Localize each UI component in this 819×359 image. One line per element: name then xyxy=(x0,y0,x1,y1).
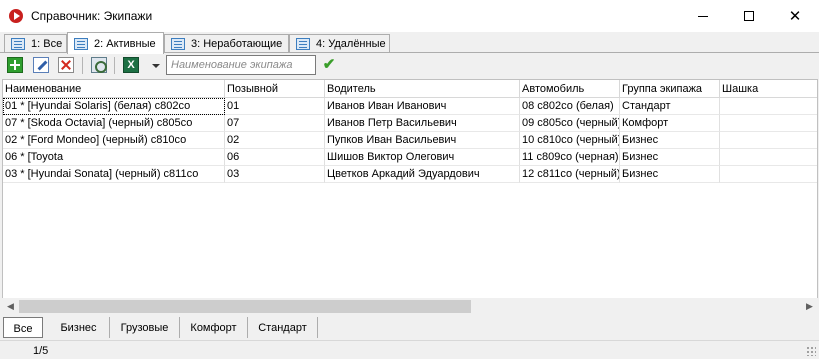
properties-icon[interactable] xyxy=(91,57,107,73)
table-header: Наименование Позывной Водитель Автомобил… xyxy=(3,80,817,98)
scroll-left-icon[interactable]: ◀ xyxy=(2,298,19,315)
group-tab-all[interactable]: Все xyxy=(3,317,43,338)
group-tab-business[interactable]: Бизнес xyxy=(48,317,110,338)
table-cell[interactable]: Шишов Виктор Олегович xyxy=(325,149,520,166)
table-row[interactable]: 03 * [Hyundai Sonata] (черный) с811со 03… xyxy=(3,166,817,183)
list-icon xyxy=(74,37,88,50)
table-cell[interactable]: 02 * [Ford Mondeo] (черный) с810со xyxy=(3,132,225,149)
horizontal-scrollbar[interactable]: ◀ ▶ xyxy=(2,298,818,315)
add-icon[interactable] xyxy=(7,57,23,73)
toolbar: X ✔ xyxy=(0,53,819,78)
column-header[interactable]: Позывной xyxy=(225,80,325,98)
title-bar: Справочник: Экипажи ✕ xyxy=(0,0,819,32)
table-row[interactable]: 02 * [Ford Mondeo] (черный) с810со 02 Пу… xyxy=(3,132,817,149)
table-cell[interactable]: 10 с810со (черный) xyxy=(520,132,620,149)
checkmark-icon[interactable]: ✔ xyxy=(320,56,338,74)
search-input[interactable] xyxy=(166,55,316,75)
table-cell[interactable]: 09 с805со (черный) xyxy=(520,115,620,132)
table-cell[interactable] xyxy=(720,149,817,166)
column-header[interactable]: Водитель xyxy=(325,80,520,98)
table-cell[interactable]: 07 * [Skoda Octavia] (черный) с805со xyxy=(3,115,225,132)
column-header[interactable]: Группа экипажа xyxy=(620,80,720,98)
tab-label: 3: Неработающие xyxy=(191,38,283,50)
table-cell[interactable]: Иванов Иван Иванович xyxy=(325,98,520,115)
table-cell[interactable] xyxy=(720,98,817,115)
tab-active[interactable]: 2: Активные xyxy=(67,32,164,54)
delete-icon[interactable] xyxy=(58,57,74,73)
table-cell[interactable]: Стандарт xyxy=(620,98,720,115)
column-header[interactable]: Наименование xyxy=(3,80,225,98)
close-button[interactable]: ✕ xyxy=(772,0,818,32)
toolbar-separator xyxy=(114,57,115,74)
tab-label: 4: Удалённые xyxy=(316,38,386,50)
table-cell[interactable]: Комфорт xyxy=(620,115,720,132)
toolbar-separator xyxy=(82,57,83,74)
table-cell[interactable]: Бизнес xyxy=(620,149,720,166)
minimize-button[interactable] xyxy=(680,0,726,32)
table-cell[interactable] xyxy=(720,166,817,183)
record-icon xyxy=(9,9,23,23)
window-title: Справочник: Экипажи xyxy=(31,9,153,23)
column-header[interactable]: Автомобиль xyxy=(520,80,620,98)
minimize-icon xyxy=(698,15,708,17)
table-cell[interactable]: Бизнес xyxy=(620,166,720,183)
tab-label: 1: Все xyxy=(31,38,63,50)
table-cell[interactable]: 03 * [Hyundai Sonata] (черный) с811со xyxy=(3,166,225,183)
table-cell[interactable]: 12 с811со (черный) xyxy=(520,166,620,183)
table-cell[interactable]: Пупков Иван Васильевич xyxy=(325,132,520,149)
close-icon: ✕ xyxy=(788,7,802,25)
tab-label: 2: Активные xyxy=(94,37,156,50)
record-counter: 1/5 xyxy=(33,345,49,357)
resize-grip-icon[interactable] xyxy=(806,346,816,356)
table-cell[interactable]: Иванов Петр Васильевич xyxy=(325,115,520,132)
tab-all[interactable]: 1: Все xyxy=(4,34,67,53)
list-icon xyxy=(296,38,310,50)
group-tab-comfort[interactable]: Комфорт xyxy=(180,317,248,338)
dropdown-arrow-icon[interactable] xyxy=(152,64,160,68)
table-cell[interactable]: 06 * [Toyota xyxy=(3,149,225,166)
excel-icon[interactable]: X xyxy=(123,57,139,73)
status-bar: 1/5 xyxy=(0,340,819,359)
table-cell[interactable]: 07 xyxy=(225,115,325,132)
group-tab-cargo[interactable]: Грузовые xyxy=(110,317,180,338)
table-cell[interactable]: 01 * [Hyundai Solaris] (белая) с802со xyxy=(3,98,225,115)
list-icon xyxy=(171,38,185,50)
column-header[interactable]: Шашка xyxy=(720,80,817,98)
table-cell[interactable]: 08 с802со (белая) xyxy=(520,98,620,115)
group-tab-standard[interactable]: Стандарт xyxy=(248,317,318,338)
maximize-button[interactable] xyxy=(726,0,772,32)
table-row[interactable]: 07 * [Skoda Octavia] (черный) с805со 07 … xyxy=(3,115,817,132)
scrollbar-thumb[interactable] xyxy=(19,300,471,313)
table-cell[interactable]: Бизнес xyxy=(620,132,720,149)
scroll-right-icon[interactable]: ▶ xyxy=(801,298,818,315)
table-cell[interactable]: Цветков Аркадий Эдуардович xyxy=(325,166,520,183)
maximize-icon xyxy=(744,11,754,21)
table-row[interactable]: 01 * [Hyundai Solaris] (белая) с802со 01… xyxy=(3,98,817,115)
table-row[interactable]: 06 * [Toyota 06 Шишов Виктор Олегович 11… xyxy=(3,149,817,166)
edit-icon[interactable] xyxy=(33,57,49,73)
filter-tabs: 1: Все 2: Активные 3: Неработающие 4: Уд… xyxy=(0,32,819,54)
table-cell[interactable]: 06 xyxy=(225,149,325,166)
table-cell[interactable]: 01 xyxy=(225,98,325,115)
tab-inactive[interactable]: 3: Неработающие xyxy=(164,34,289,53)
table-cell[interactable]: 03 xyxy=(225,166,325,183)
table-cell[interactable]: 02 xyxy=(225,132,325,149)
table-cell[interactable]: 11 с809со (черная) xyxy=(520,149,620,166)
list-icon xyxy=(11,38,25,50)
group-tabs: Все Бизнес Грузовые Комфорт Стандарт xyxy=(0,316,819,340)
table-cell[interactable] xyxy=(720,132,817,149)
table-cell[interactable] xyxy=(720,115,817,132)
tab-deleted[interactable]: 4: Удалённые xyxy=(289,34,390,53)
crews-table: Наименование Позывной Водитель Автомобил… xyxy=(2,79,818,315)
